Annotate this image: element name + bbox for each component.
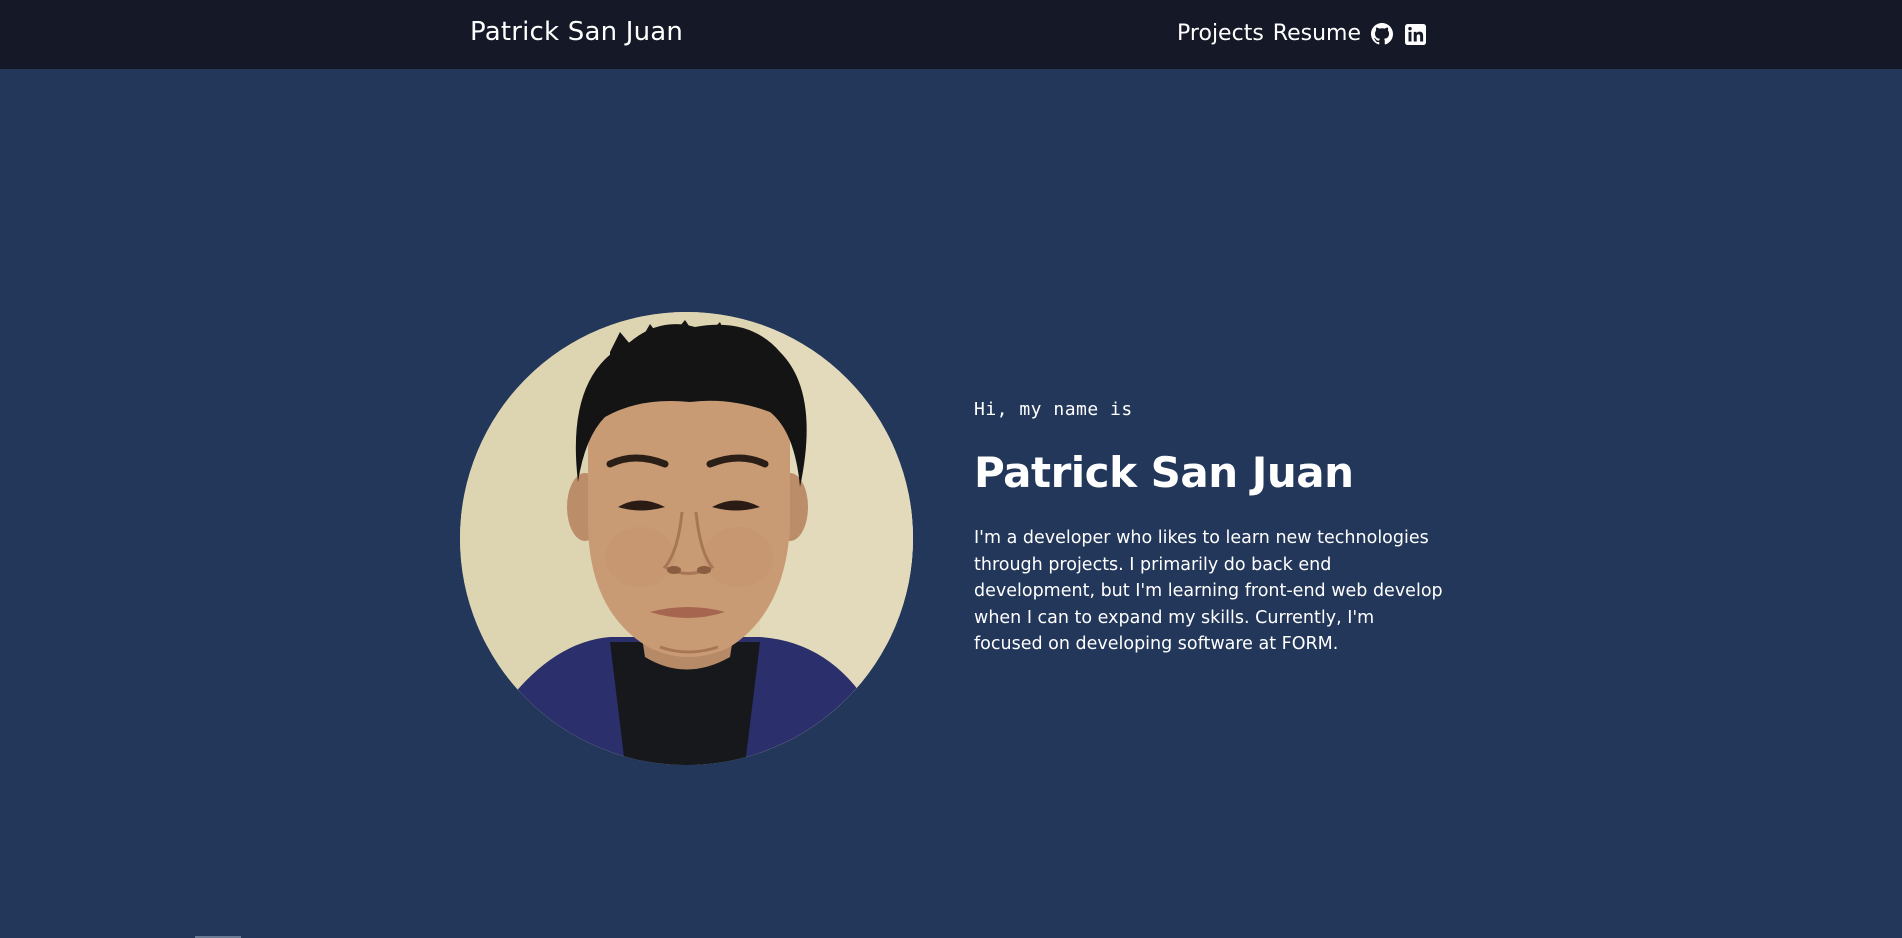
nav-link-projects[interactable]: Projects [1177, 17, 1264, 51]
hero-name: Patrick San Juan [974, 448, 1354, 497]
linkedin-icon[interactable] [1403, 22, 1427, 46]
intro-section: Hi, my name is Patrick San Juan I'm a de… [974, 399, 1444, 658]
greeting-text: Hi, my name is [974, 399, 1133, 420]
navbar: Patrick San Juan Projects Resume [0, 0, 1902, 69]
bio-text: I'm a developer who likes to learn new t… [974, 528, 1443, 654]
profile-photo [460, 312, 913, 765]
hero-section: Hi, my name is Patrick San Juan I'm a de… [0, 69, 1902, 938]
github-icon[interactable] [1370, 22, 1394, 46]
nav-link-resume[interactable]: Resume [1273, 17, 1361, 51]
nav-links: Projects Resume [1177, 17, 1427, 51]
brand-link[interactable]: Patrick San Juan [470, 17, 683, 47]
